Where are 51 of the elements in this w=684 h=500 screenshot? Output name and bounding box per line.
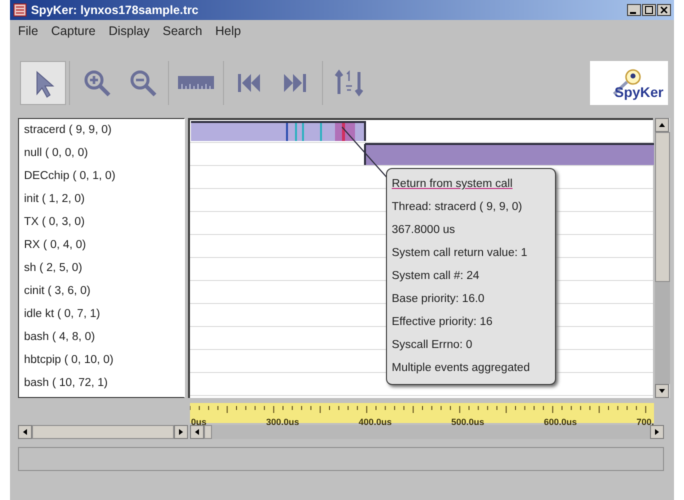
scroll-left-icon[interactable] [18, 425, 32, 439]
tooltip-text: Base priority: 16.0 [392, 292, 486, 307]
tooltip-title: Return from system call [392, 177, 514, 192]
window-title: SpyKer: lynxos178sample.trc [31, 3, 200, 17]
pointer-button[interactable] [20, 61, 66, 105]
logo-text: SpyKer [614, 84, 664, 100]
thread-label[interactable]: sh ( 2, 5, 0) [19, 257, 184, 280]
ruler-label: 700. [636, 417, 654, 427]
app-icon [13, 3, 27, 17]
thread-label[interactable]: stracerd ( 9, 9, 0) [19, 119, 184, 142]
tooltip-text: Multiple events aggregated [392, 361, 531, 376]
tooltip-text: Effective priority: 16 [392, 315, 494, 330]
scroll-left-icon[interactable] [190, 425, 204, 439]
menu-item[interactable]: File [18, 24, 38, 38]
tooltip-text: Syscall Errno: 0 [392, 338, 474, 353]
ruler-label: 300.0us [266, 417, 300, 427]
tooltip-text: 367.8000 us [392, 223, 456, 238]
ruler-label: 0us [191, 417, 207, 427]
thread-label[interactable]: DECchip ( 0, 1, 0) [19, 165, 184, 188]
thread-label[interactable]: bash ( 10, 72, 1) [19, 372, 184, 395]
maximize-icon[interactable] [642, 4, 656, 16]
thread-label[interactable]: cinit ( 3, 6, 0) [19, 280, 184, 303]
thread-label[interactable]: init ( 1, 2, 0) [19, 188, 184, 211]
scroll-down-icon[interactable] [655, 384, 670, 398]
horizontal-scrollbar[interactable] [18, 425, 188, 439]
horizontal-scrollbar[interactable] [190, 425, 664, 439]
scroll-right-icon[interactable] [650, 425, 664, 439]
thread-label[interactable]: bash ( 4, 8, 0) [19, 326, 184, 349]
menu-item[interactable]: Help [215, 24, 241, 38]
scroll-thumb[interactable] [655, 132, 670, 282]
tooltip-text: System call #: 24 [392, 269, 480, 284]
ruler-label: 500.0us [451, 417, 484, 427]
scroll-up-icon[interactable] [655, 118, 670, 132]
thread-label[interactable]: idle kt ( 0, 7, 1) [19, 303, 184, 326]
tooltip-text: System call return value: 1 [392, 246, 528, 261]
close-icon[interactable] [657, 4, 671, 16]
menu-item[interactable]: Search [162, 24, 202, 38]
menu-item[interactable]: Capture [51, 24, 96, 38]
minimize-icon[interactable] [627, 4, 641, 16]
thread-label[interactable]: TX ( 0, 3, 0) [19, 211, 184, 234]
thread-label[interactable]: null ( 0, 0, 0) [19, 142, 184, 165]
scroll-thumb[interactable] [32, 425, 174, 439]
thread-label[interactable]: hbtcpip ( 0, 10, 0) [19, 349, 184, 372]
scroll-right-icon[interactable] [174, 425, 188, 439]
ruler-label: 400.0us [358, 417, 392, 427]
ruler-label: 600.0us [544, 417, 577, 427]
vertical-scrollbar[interactable] [655, 118, 670, 398]
scroll-thumb[interactable] [204, 425, 212, 439]
tooltip-text: Thread: stracerd ( 9, 9, 0) [392, 200, 524, 215]
thread-label[interactable]: RX ( 0, 4, 0) [19, 234, 184, 257]
menu-item[interactable]: Display [108, 24, 150, 38]
